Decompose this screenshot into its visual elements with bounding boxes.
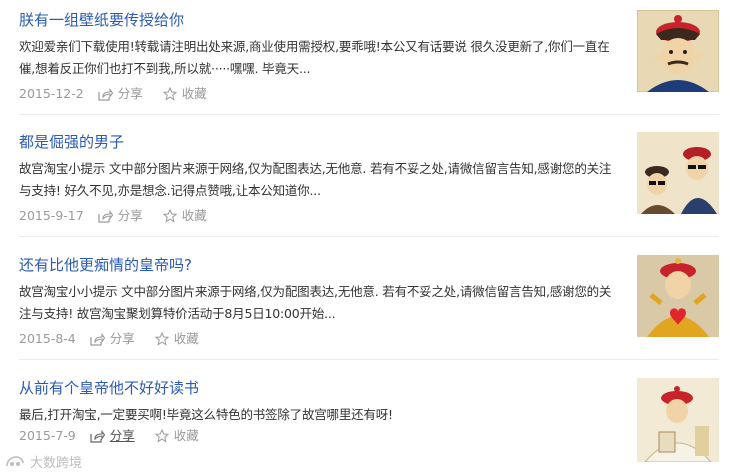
divider <box>19 359 719 360</box>
emperor-reading-thumbnail[interactable] <box>637 378 719 462</box>
star-icon <box>154 332 169 346</box>
emperor-heart-thumbnail[interactable] <box>637 255 719 337</box>
watermark: 大数跨境 <box>4 452 82 471</box>
article-date: 2015-12-2 <box>19 86 84 101</box>
article-title[interactable]: 朕有一组壁纸要传授给你 <box>19 10 184 30</box>
favorite-label: 收藏 <box>181 208 207 223</box>
star-icon <box>154 429 169 443</box>
article-summary: 故宫淘宝小小提示 文中部分图片来源于网络,仅为配图表达,无他意. 若有不妥之处,… <box>19 284 612 321</box>
article-meta: 2015-7-9 分享 收藏 <box>19 426 199 446</box>
share-button[interactable]: 分享 <box>98 84 143 104</box>
divider <box>19 114 719 115</box>
share-button[interactable]: 分享 <box>98 206 143 226</box>
article-summary: 欢迎爱亲们下载使用!转载请注明出处来源,商业使用需授权,要乖哦!本公又有话要说 … <box>19 39 610 76</box>
article-title[interactable]: 还有比他更痴情的皇帝吗? <box>19 255 192 275</box>
favorite-label: 收藏 <box>181 86 207 101</box>
share-icon <box>98 87 113 101</box>
article-date: 2015-9-17 <box>19 208 84 223</box>
share-button[interactable]: 分享 <box>90 426 135 446</box>
share-icon <box>98 209 113 223</box>
article-meta: 2015-12-2 分享 收藏 <box>19 84 207 104</box>
favorite-button[interactable]: 收藏 <box>154 329 199 349</box>
share-icon <box>90 429 105 443</box>
watermark-text: 大数跨境 <box>30 456 83 471</box>
favorite-button[interactable]: 收藏 <box>154 426 199 446</box>
share-label: 分享 <box>109 428 135 443</box>
article-date: 2015-7-9 <box>19 428 76 443</box>
article-meta: 2015-8-4 分享 收藏 <box>19 329 199 349</box>
share-label: 分享 <box>117 208 143 223</box>
star-icon <box>162 209 177 223</box>
share-label: 分享 <box>109 331 135 346</box>
article-meta: 2015-9-17 分享 收藏 <box>19 206 207 226</box>
article-date: 2015-8-4 <box>19 331 76 346</box>
share-button[interactable]: 分享 <box>90 329 135 349</box>
share-icon <box>90 332 105 346</box>
favorite-label: 收藏 <box>173 428 199 443</box>
article-summary: 故宫淘宝小提示 文中部分图片来源于网络,仅为配图表达,无他意. 若有不妥之处,请… <box>19 161 612 198</box>
share-label: 分享 <box>117 86 143 101</box>
favorite-button[interactable]: 收藏 <box>162 84 207 104</box>
divider <box>19 236 719 237</box>
emperor-portrait-thumbnail[interactable] <box>637 10 719 92</box>
watermark-logo-icon <box>6 455 24 466</box>
article-title[interactable]: 从前有个皇帝他不好好读书 <box>19 378 199 398</box>
favorite-button[interactable]: 收藏 <box>162 206 207 226</box>
officials-sunglasses-thumbnail[interactable] <box>637 132 719 214</box>
star-icon <box>162 87 177 101</box>
favorite-label: 收藏 <box>173 331 199 346</box>
article-title[interactable]: 都是倔强的男子 <box>19 132 124 152</box>
